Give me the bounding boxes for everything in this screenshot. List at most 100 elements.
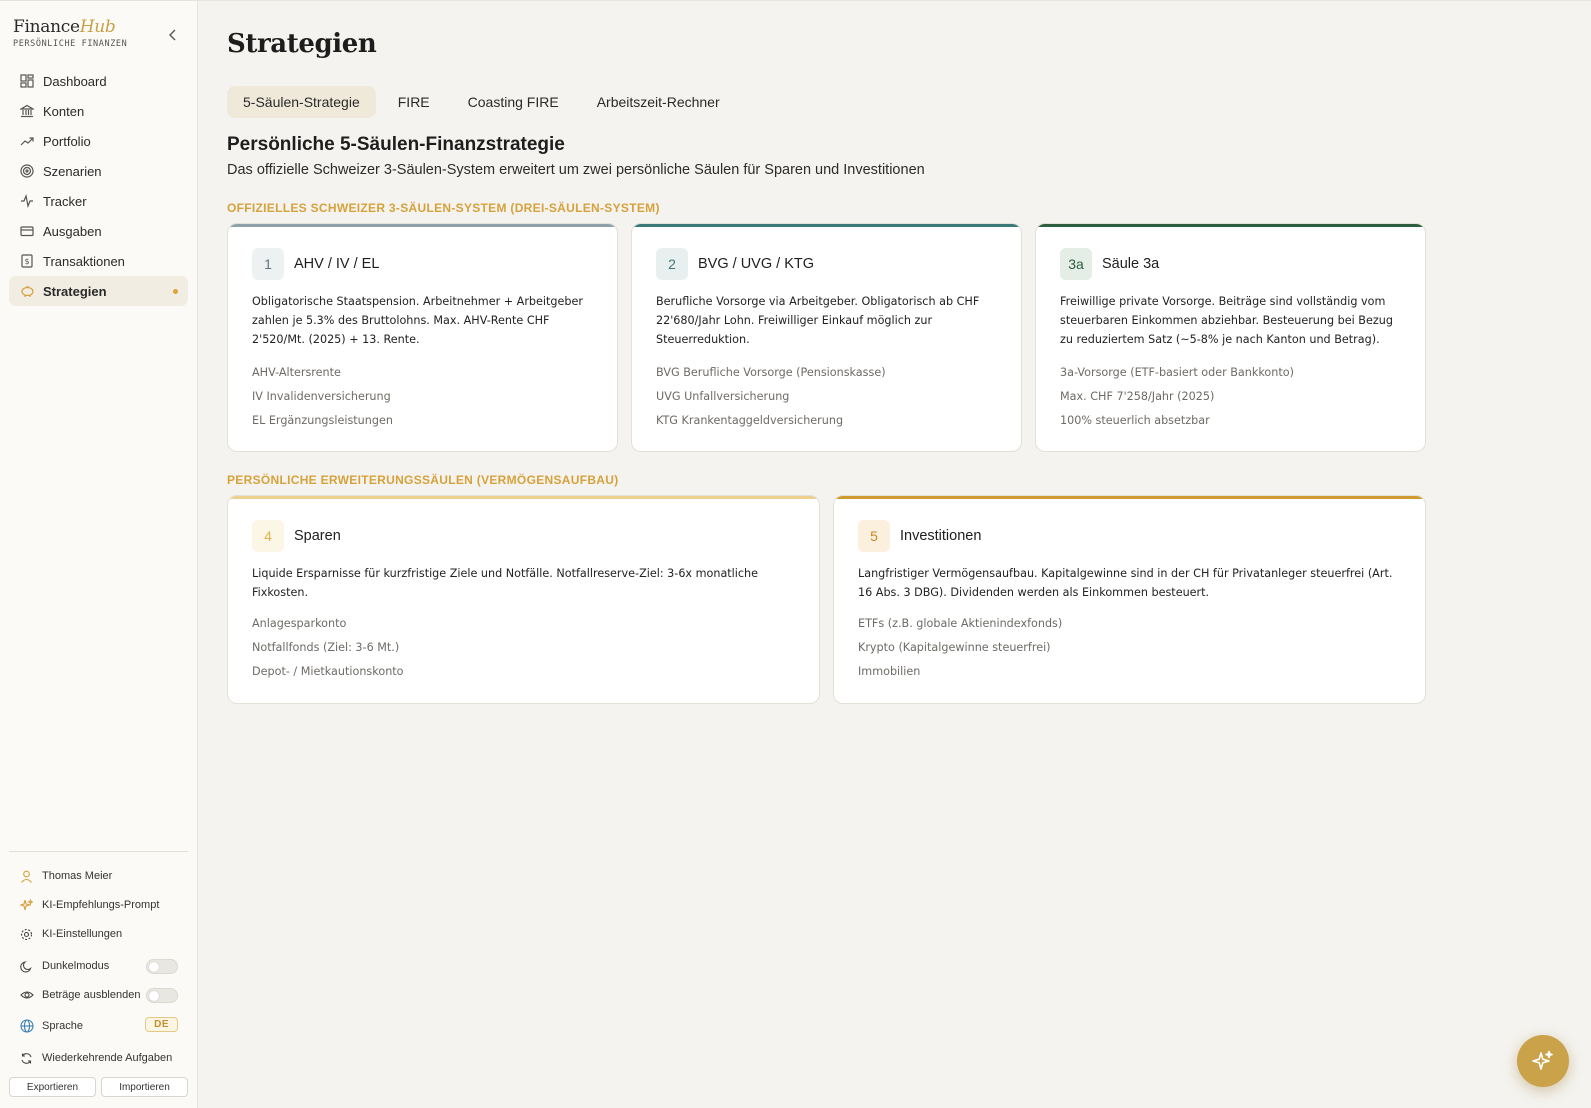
tab-5-saeulen-strategie[interactable]: 5-Säulen-Strategie	[227, 86, 376, 118]
pillar-items: Anlagesparkonto Notfallfonds (Ziel: 3-6 …	[252, 612, 799, 684]
ai-assistant-button[interactable]	[1517, 1035, 1569, 1087]
dark-mode-label: Dunkelmodus	[42, 960, 110, 972]
pillar-items: ETFs (z.B. globale Aktienindexfonds) Kry…	[858, 612, 1405, 684]
strategy-tabs: 5-Säulen-Strategie FIRE Coasting FIRE Ar…	[227, 86, 736, 118]
user-icon	[19, 869, 34, 884]
sidebar-item-label: Konten	[43, 103, 85, 119]
pillar-accent-bar	[228, 496, 819, 499]
sidebar-item-label: Transaktionen	[43, 253, 125, 269]
sidebar-divider	[9, 851, 188, 852]
list-item: Immobilien	[858, 665, 921, 678]
brand-name: FinanceHub	[13, 17, 116, 37]
pillar-card-4: 4 Sparen Liquide Ersparnisse für kurzfri…	[227, 495, 820, 704]
credit-card-icon	[19, 223, 35, 239]
bank-icon	[19, 103, 35, 119]
list-item: Anlagesparkonto	[252, 617, 347, 630]
sidebar-item-transaktionen[interactable]: $ Transaktionen	[9, 246, 188, 276]
sidebar-item-tracker[interactable]: Tracker	[9, 186, 188, 216]
import-button[interactable]: Importieren	[101, 1077, 188, 1097]
sparkles-icon	[1532, 1050, 1553, 1070]
sidebar-item-label: Portfolio	[43, 133, 91, 149]
pillar-accent-bar	[1036, 224, 1425, 227]
language-row: Sprache DE	[9, 1014, 188, 1038]
section-title: Persönliche 5-Säulen-Finanzstrategie	[227, 134, 565, 155]
sidebar-item-dashboard[interactable]: Dashboard	[9, 66, 188, 96]
pillar-title: BVG / UVG / KTG	[698, 256, 815, 272]
sidebar-item-label: Szenarien	[43, 163, 102, 179]
pillar-card-3a: 3a Säule 3a Freiwillige private Vorsorge…	[1035, 223, 1426, 452]
pillar-title: Investitionen	[900, 528, 982, 544]
language-label: Sprache	[42, 1020, 83, 1032]
pillar-description: Langfristiger Vermögensaufbau. Kapitalge…	[858, 567, 1393, 599]
brand-subtitle: PERSÖNLICHE FINANZEN	[13, 39, 128, 49]
pillar-number-badge: 3a	[1060, 248, 1092, 280]
hide-amounts-toggle[interactable]	[146, 988, 178, 1003]
language-selector[interactable]: DE	[145, 1017, 178, 1032]
chevron-left-icon	[169, 29, 176, 41]
ki-prompt-link[interactable]: KI-Empfehlungs-Prompt	[9, 893, 188, 917]
personal-pillars-label: PERSÖNLICHE ERWEITERUNGSSÄULEN (VERMÖGEN…	[227, 473, 619, 487]
ki-settings-link[interactable]: KI-Einstellungen	[9, 922, 188, 946]
active-indicator-dot	[173, 289, 178, 294]
sidebar-item-strategien[interactable]: Strategien	[9, 276, 188, 306]
sidebar-item-label: Ausgaben	[43, 223, 102, 239]
refresh-icon	[19, 1051, 34, 1066]
pillar-number-badge: 4	[252, 520, 284, 552]
list-item: Max. CHF 7'258/Jahr (2025)	[1060, 390, 1215, 403]
ki-prompt-label: KI-Empfehlungs-Prompt	[42, 899, 160, 911]
pillar-card-5: 5 Investitionen Langfristiger Vermögensa…	[833, 495, 1426, 704]
list-item: Depot- / Mietkautionskonto	[252, 665, 404, 678]
pillar-number-badge: 2	[656, 248, 688, 280]
pillar-items: BVG Berufliche Vorsorge (Pensionskasse) …	[656, 361, 1001, 433]
sidebar-item-label: Strategien	[43, 283, 107, 299]
hide-amounts-row: Beträge ausblenden	[9, 983, 188, 1007]
official-system-label: OFFIZIELLES SCHWEIZER 3-SÄULEN-SYSTEM (D…	[227, 201, 660, 215]
pillar-card-2: 2 BVG / UVG / KTG Berufliche Vorsorge vi…	[631, 223, 1022, 452]
sidebar-item-konten[interactable]: Konten	[9, 96, 188, 126]
list-item: BVG Berufliche Vorsorge (Pensionskasse)	[656, 366, 886, 379]
moon-icon	[19, 959, 34, 974]
list-item: UVG Unfallversicherung	[656, 390, 790, 403]
dark-mode-toggle[interactable]	[146, 959, 178, 974]
sidebar-item-label: Tracker	[43, 193, 87, 209]
dashboard-icon	[19, 73, 35, 89]
pillar-number-badge: 1	[252, 248, 284, 280]
sidebar-item-ausgaben[interactable]: Ausgaben	[9, 216, 188, 246]
dark-mode-row: Dunkelmodus	[9, 954, 188, 978]
sidebar-item-szenarien[interactable]: Szenarien	[9, 156, 188, 186]
sidebar-item-portfolio[interactable]: Portfolio	[9, 126, 188, 156]
tab-arbeitszeit-rechner[interactable]: Arbeitszeit-Rechner	[581, 86, 736, 118]
pillar-description: Liquide Ersparnisse für kurzfristige Zie…	[252, 567, 759, 599]
pillar-items: 3a-Vorsorge (ETF-basiert oder Bankkonto)…	[1060, 361, 1405, 433]
pillar-accent-bar	[834, 496, 1425, 499]
tab-fire[interactable]: FIRE	[382, 86, 446, 118]
tab-coasting-fire[interactable]: Coasting FIRE	[452, 86, 575, 118]
list-item: 100% steuerlich absetzbar	[1060, 414, 1210, 427]
pillar-title: Säule 3a	[1102, 256, 1160, 272]
pillar-number-badge: 5	[858, 520, 890, 552]
recurring-tasks-link[interactable]: Wiederkehrende Aufgaben	[9, 1046, 188, 1070]
pillar-card-1: 1 AHV / IV / EL Obligatorische Staatspen…	[227, 223, 618, 452]
main-nav: Dashboard Konten Portfolio Szenarien Tra…	[9, 66, 188, 306]
pillar-title: Sparen	[294, 528, 341, 544]
sparkles-icon	[19, 898, 34, 913]
piggy-bank-icon	[19, 283, 35, 299]
gear-icon	[19, 927, 34, 942]
pillar-description: Berufliche Vorsorge via Arbeitgeber. Obl…	[656, 295, 980, 346]
list-item: KTG Krankentaggeldversicherung	[656, 414, 844, 427]
user-profile[interactable]: Thomas Meier	[9, 864, 188, 888]
list-item: ETFs (z.B. globale Aktienindexfonds)	[858, 617, 1063, 630]
svg-text:$: $	[24, 257, 29, 266]
pillar-description: Obligatorische Staatspension. Arbeitnehm…	[252, 295, 583, 346]
page-title: Strategien	[227, 29, 377, 59]
recurring-tasks-label: Wiederkehrende Aufgaben	[42, 1052, 173, 1064]
collapse-sidebar-button[interactable]	[163, 25, 183, 45]
list-item: IV Invalidenversicherung	[252, 390, 391, 403]
export-button[interactable]: Exportieren	[9, 1077, 96, 1097]
hide-amounts-label: Beträge ausblenden	[42, 989, 141, 1001]
pillar-description: Freiwillige private Vorsorge. Beiträge s…	[1060, 295, 1393, 346]
brand-logo[interactable]: FinanceHub PERSÖNLICHE FINANZEN	[13, 17, 127, 49]
list-item: EL Ergänzungsleistungen	[252, 414, 393, 427]
user-name: Thomas Meier	[42, 870, 113, 882]
target-icon	[19, 163, 35, 179]
